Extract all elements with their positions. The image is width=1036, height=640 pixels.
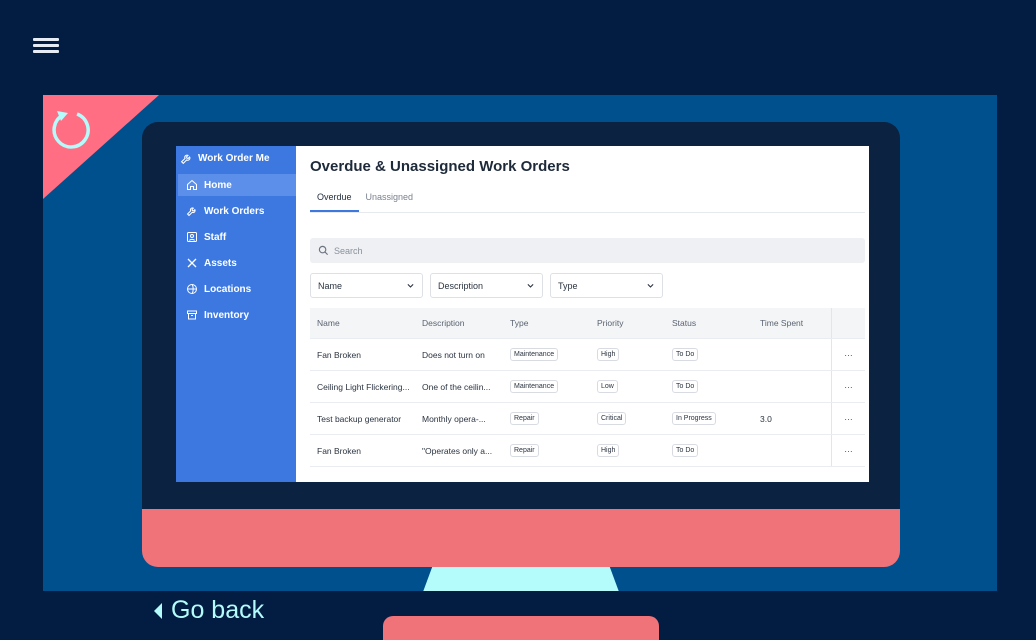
nav-item-locations[interactable]: Locations bbox=[178, 278, 296, 300]
monitor-base bbox=[383, 616, 659, 640]
nav-item-work-orders[interactable]: Work Orders bbox=[178, 200, 296, 222]
type-badge: Repair bbox=[510, 444, 539, 457]
monitor-stand bbox=[410, 567, 632, 591]
header-actions bbox=[831, 308, 865, 338]
nav-item-assets[interactable]: Assets bbox=[178, 252, 296, 274]
nav-label-assets: Assets bbox=[204, 257, 237, 269]
filter-description[interactable]: Description bbox=[430, 273, 543, 298]
type-badge: Repair bbox=[510, 412, 539, 425]
priority-badge: High bbox=[597, 444, 620, 457]
more-actions-icon[interactable]: ··· bbox=[831, 371, 865, 402]
table-row[interactable]: Fan Broken Does not turn on Maintenance … bbox=[310, 339, 865, 371]
work-orders-table: Name Description Type Priority Status Ti… bbox=[310, 308, 865, 467]
cell-name: Fan Broken bbox=[317, 445, 361, 456]
nav-label-inventory: Inventory bbox=[204, 309, 250, 321]
tab-overdue[interactable]: Overdue bbox=[310, 189, 359, 212]
filters: Name Description Type bbox=[310, 273, 865, 298]
status-badge: To Do bbox=[672, 348, 699, 361]
more-actions-icon[interactable]: ··· bbox=[831, 339, 865, 370]
staff-icon bbox=[187, 232, 197, 242]
app-sidebar: Work Order Me Home Work Orders Staff Ass… bbox=[176, 146, 296, 482]
header-type[interactable]: Type bbox=[510, 318, 597, 328]
chevron-down-icon bbox=[407, 283, 414, 288]
globe-icon bbox=[187, 284, 197, 294]
cell-description: Does not turn on bbox=[422, 349, 485, 360]
nav-label-work-orders: Work Orders bbox=[204, 205, 265, 217]
search-input[interactable]: Search bbox=[310, 238, 865, 263]
priority-badge: Critical bbox=[597, 412, 627, 425]
more-actions-icon[interactable]: ··· bbox=[831, 403, 865, 434]
tabs: Overdue Unassigned bbox=[310, 189, 865, 213]
go-back-label: Go back bbox=[171, 596, 265, 624]
cell-name: Test backup generator bbox=[317, 413, 402, 424]
type-badge: Maintenance bbox=[510, 348, 559, 361]
table-row[interactable]: Ceiling Light Flickering... One of the c… bbox=[310, 371, 865, 403]
cell-time-spent: 3.0 bbox=[760, 413, 772, 424]
header-status[interactable]: Status bbox=[672, 318, 760, 328]
cell-name: Fan Broken bbox=[317, 349, 361, 360]
table-header: Name Description Type Priority Status Ti… bbox=[310, 308, 865, 339]
filter-label: Description bbox=[438, 280, 484, 291]
nav-item-home[interactable]: Home bbox=[178, 174, 296, 196]
search-icon bbox=[318, 245, 329, 256]
header-description[interactable]: Description bbox=[422, 318, 510, 328]
nav-label-locations: Locations bbox=[204, 283, 252, 295]
filter-type[interactable]: Type bbox=[550, 273, 663, 298]
status-badge: To Do bbox=[672, 380, 699, 393]
cell-description: One of the ceilin... bbox=[422, 381, 491, 392]
header-priority[interactable]: Priority bbox=[597, 318, 672, 328]
brand-name: Work Order Me bbox=[198, 153, 270, 164]
wrench-icon bbox=[180, 154, 191, 165]
archive-icon bbox=[187, 310, 197, 320]
table-row[interactable]: Fan Broken "Operates only a... Repair Hi… bbox=[310, 435, 865, 467]
priority-badge: Low bbox=[597, 380, 618, 393]
caret-left-icon bbox=[154, 602, 162, 619]
chevron-down-icon bbox=[527, 283, 534, 288]
type-badge: Maintenance bbox=[510, 380, 559, 393]
filter-label: Type bbox=[558, 280, 578, 291]
tab-unassigned[interactable]: Unassigned bbox=[359, 189, 421, 212]
brand[interactable]: Work Order Me bbox=[176, 152, 296, 174]
app-main: Overdue & Unassigned Work Orders Overdue… bbox=[296, 146, 869, 482]
status-badge: To Do bbox=[672, 444, 699, 457]
monitor-screen: Work Order Me Home Work Orders Staff Ass… bbox=[176, 146, 869, 482]
cell-description: Monthly opera-... bbox=[422, 413, 486, 424]
priority-badge: High bbox=[597, 348, 620, 361]
wrench-icon bbox=[186, 207, 196, 217]
filter-name[interactable]: Name bbox=[310, 273, 423, 298]
refresh-icon[interactable] bbox=[48, 105, 94, 151]
cell-description: "Operates only a... bbox=[422, 445, 493, 456]
chevron-down-icon bbox=[647, 283, 654, 288]
hamburger-menu-icon[interactable] bbox=[33, 38, 59, 54]
nav-label-staff: Staff bbox=[204, 231, 227, 243]
go-back-button[interactable]: Go back bbox=[153, 596, 264, 625]
header-name[interactable]: Name bbox=[310, 318, 422, 328]
nav-item-inventory[interactable]: Inventory bbox=[178, 304, 296, 326]
search-placeholder: Search bbox=[334, 245, 363, 256]
nav-item-staff[interactable]: Staff bbox=[178, 226, 296, 248]
nav-label-home: Home bbox=[204, 179, 232, 191]
page-title: Overdue & Unassigned Work Orders bbox=[310, 158, 570, 175]
filter-label: Name bbox=[318, 280, 343, 291]
table-row[interactable]: Test backup generator Monthly opera-... … bbox=[310, 403, 865, 435]
monitor-chin bbox=[142, 509, 900, 567]
more-actions-icon[interactable]: ··· bbox=[831, 435, 865, 466]
tools-icon bbox=[187, 258, 197, 268]
header-time-spent[interactable]: Time Spent bbox=[760, 318, 831, 328]
status-badge: In Progress bbox=[672, 412, 716, 425]
cell-name: Ceiling Light Flickering... bbox=[317, 381, 410, 392]
home-icon bbox=[187, 179, 197, 190]
